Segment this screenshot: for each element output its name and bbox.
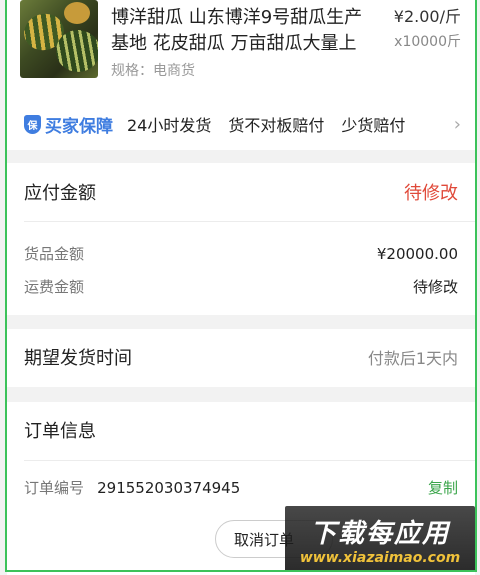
copy-button[interactable]: 复制 <box>428 477 458 498</box>
divider <box>24 221 475 222</box>
payable-label: 应付金额 <box>24 183 96 204</box>
watermark-url: www.xiazaimao.com <box>299 549 461 566</box>
order-info-header: 订单信息 <box>24 417 458 443</box>
spec-label: 规格： <box>111 63 153 79</box>
product-card[interactable]: 博洋甜瓜 山东博洋9号甜瓜生产基地 花皮甜瓜 万亩甜瓜大量上 ¥2.00/斤 x… <box>7 0 475 150</box>
goods-amount-label: 货品金额 <box>24 245 85 263</box>
shipping-fee-value: 待修改 <box>412 278 458 296</box>
shield-icon: 保 <box>24 114 41 134</box>
delivery-value: 付款后1天内 <box>367 349 458 368</box>
site-watermark: 下载每应用 www.xiazaimao.com <box>285 506 475 572</box>
guarantee-title: 买家保障 <box>45 116 113 137</box>
goods-amount-value: ¥20000.00 <box>376 244 458 263</box>
product-thumbnail[interactable] <box>20 0 98 78</box>
guarantee-tag-24h: 24小时发货 <box>127 116 212 135</box>
payment-card: 应付金额 待修改 货品金额 ¥20000.00 运费金额 待修改 <box>7 163 475 315</box>
payable-row: 应付金额 待修改 <box>24 179 458 205</box>
order-number-value: 291552030374945 <box>97 479 241 497</box>
shipping-fee-label: 运费金额 <box>24 278 85 296</box>
order-info-title: 订单信息 <box>24 421 96 442</box>
divider <box>24 460 475 461</box>
product-name[interactable]: 博洋甜瓜 山东博洋9号甜瓜生产基地 花皮甜瓜 万亩甜瓜大量上 <box>111 5 373 57</box>
chevron-right-icon[interactable]: › <box>454 114 461 135</box>
buyer-guarantee-bar[interactable]: 保 买家保障 24小时发货 货不对板赔付 少货赔付 › <box>7 100 475 148</box>
delivery-row: 期望发货时间 付款后1天内 <box>24 344 458 370</box>
delivery-label: 期望发货时间 <box>24 348 132 369</box>
delivery-card: 期望发货时间 付款后1天内 <box>7 329 475 387</box>
spec-value: 电商货 <box>153 63 195 79</box>
product-spec: 规格：电商货 <box>111 60 195 82</box>
order-number-label: 订单编号 <box>24 479 85 497</box>
goods-amount-row: 货品金额 ¥20000.00 <box>24 243 458 264</box>
order-number-group: 订单编号 291552030374945 <box>24 477 240 498</box>
product-quantity: x10000斤 <box>394 34 461 50</box>
product-price: ¥2.00/斤 <box>393 7 461 26</box>
guarantee-tag-mismatch: 货不对板赔付 <box>228 116 325 135</box>
shipping-fee-row: 运费金额 待修改 <box>24 276 458 297</box>
guarantee-tag-shortage: 少货赔付 <box>341 116 406 135</box>
watermark-main: 下载每应用 <box>309 518 450 549</box>
order-number-row: 订单编号 291552030374945 复制 <box>24 477 458 498</box>
payable-status: 待修改 <box>404 183 458 204</box>
